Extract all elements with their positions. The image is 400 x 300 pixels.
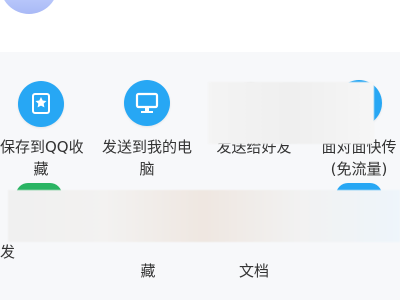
label-line: 藏 bbox=[33, 160, 49, 178]
blurred-overlay-row2 bbox=[8, 190, 400, 242]
qq-favorites-icon[interactable] bbox=[18, 81, 64, 127]
computer-monitor-icon[interactable] bbox=[124, 80, 170, 126]
row2-label-3[interactable]: 文档 bbox=[232, 260, 276, 282]
label-text: 文档 bbox=[238, 262, 269, 280]
header-area bbox=[0, 0, 400, 52]
label-line: 发送到我的电 bbox=[101, 138, 192, 156]
row2-label-2[interactable]: 藏 bbox=[138, 260, 158, 282]
send-to-my-computer-label[interactable]: 发送到我的电 脑 bbox=[100, 136, 194, 180]
label-line: 脑 bbox=[139, 160, 155, 178]
label-text: 发 bbox=[0, 243, 16, 261]
monitor-glyph bbox=[135, 92, 159, 113]
qq-favorites-glyph bbox=[32, 93, 50, 114]
row2-label-1[interactable]: 发 bbox=[0, 241, 20, 263]
label-line: (免流量) bbox=[330, 160, 388, 178]
save-to-qq-favorites-label[interactable]: 保存到QQ收 藏 bbox=[0, 136, 84, 180]
avatar[interactable] bbox=[0, 0, 58, 14]
blurred-overlay bbox=[208, 82, 374, 144]
label-line: 保存到QQ收 bbox=[0, 138, 84, 156]
label-text: 藏 bbox=[140, 262, 156, 280]
